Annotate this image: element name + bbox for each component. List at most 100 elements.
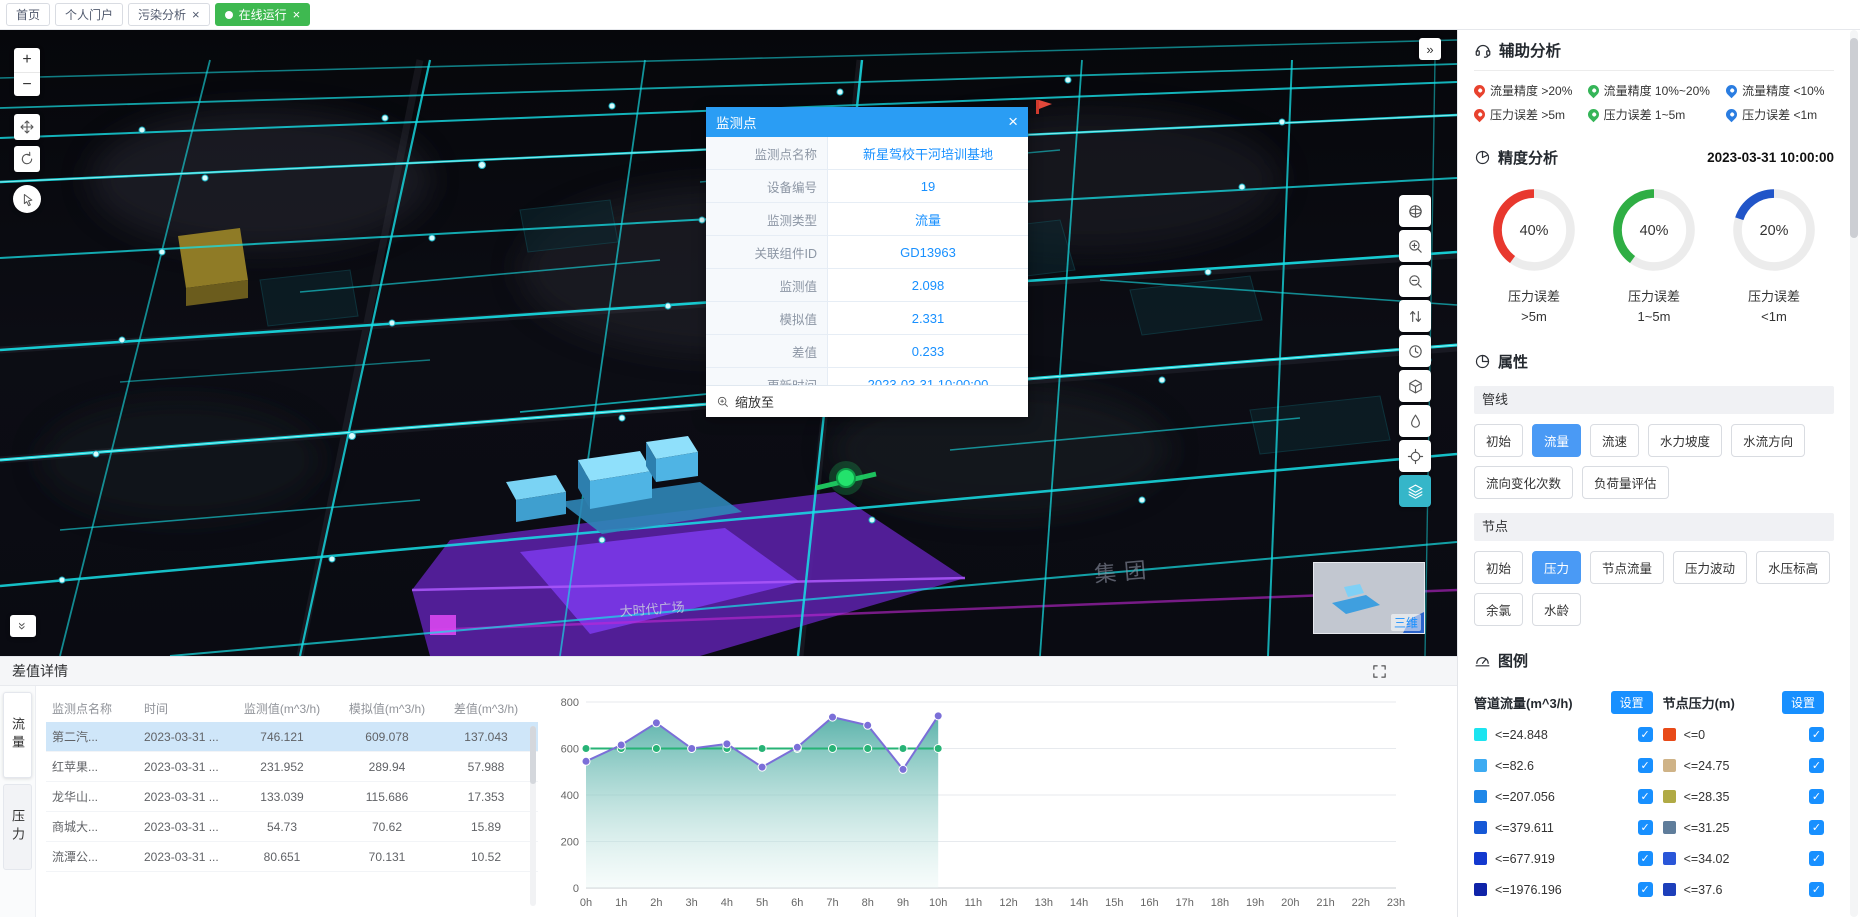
attr-button-pressure[interactable]: 压力 (1532, 551, 1581, 584)
svg-text:40%: 40% (1520, 223, 1549, 239)
attr-button-flow-direction[interactable]: 水流方向 (1731, 424, 1805, 457)
color-swatch (1663, 883, 1676, 896)
panel-header: 差值详情 (0, 656, 1457, 686)
zoom-in-button[interactable]: + (14, 48, 40, 72)
swap-view-button[interactable] (1399, 300, 1431, 332)
zoom-to-button[interactable]: 缩放至 (706, 385, 1028, 417)
zoom-out-button[interactable]: − (14, 72, 40, 96)
checkbox[interactable]: ✓ (1809, 851, 1824, 866)
attr-button-pressure-fluctuation[interactable]: 压力波动 (1673, 551, 1747, 584)
table-row[interactable]: 龙华山...2023-03-31 ...133.039115.68617.353 (46, 782, 538, 812)
history-tool-button[interactable] (1399, 335, 1431, 367)
analysis-timestamp: 2023-03-31 10:00:00 (1707, 150, 1834, 165)
color-swatch (1474, 821, 1487, 834)
locate-tool-button[interactable] (1399, 440, 1431, 472)
checkbox[interactable]: ✓ (1809, 820, 1824, 835)
checkbox[interactable]: ✓ (1638, 882, 1653, 897)
close-icon[interactable]: × (192, 8, 200, 21)
gauge-pressure-error-lt1m: 20% 压力误差 <1m (1714, 182, 1834, 327)
node-pressure-legend: 节点压力(m) 设置 <=0✓ <=24.75✓ <=28.35✓ <=31.2… (1663, 687, 1834, 905)
attr-button-direction-changes[interactable]: 流向变化次数 (1474, 466, 1573, 499)
panel-title: 辅助分析 (1499, 39, 1561, 61)
table-row[interactable]: 红苹果...2023-03-31 ...231.952289.9457.988 (46, 752, 538, 782)
checkbox[interactable]: ✓ (1809, 789, 1824, 804)
map-zoom-out-button[interactable] (1399, 265, 1431, 297)
popup-detail-table: 监测点名称新星驾校干河培训基地 设备编号19 监测类型流量 关联组件IDGD13… (706, 137, 1028, 385)
collapse-sidebar-button[interactable]: » (1419, 38, 1441, 60)
attr-button-velocity[interactable]: 流速 (1590, 424, 1639, 457)
svg-text:23h: 23h (1387, 897, 1405, 909)
attr-button-hydraulic-grade[interactable]: 水压标高 (1756, 551, 1830, 584)
select-tool-button[interactable] (13, 185, 41, 213)
table-row[interactable]: 流潭公...2023-03-31 ...80.65170.13110.52 (46, 842, 538, 872)
color-swatch (1663, 759, 1676, 772)
attr-button-residual-chlorine[interactable]: 余氯 (1474, 593, 1523, 626)
gauge-label: 压力误差 >5m (1474, 287, 1594, 327)
gauge-pressure-error-gt5m: 40% 压力误差 >5m (1474, 182, 1594, 327)
svg-text:200: 200 (561, 837, 579, 849)
monitor-point-name-link[interactable]: 新星驾校干河培训基地 (828, 137, 1028, 169)
checkbox[interactable]: ✓ (1638, 820, 1653, 835)
checkbox[interactable]: ✓ (1638, 727, 1653, 742)
globe-tool-button[interactable] (1399, 195, 1431, 227)
settings-button[interactable]: 设置 (1611, 691, 1653, 714)
color-swatch (1474, 852, 1487, 865)
checkbox[interactable]: ✓ (1809, 727, 1824, 742)
attr-button-initial[interactable]: 初始 (1474, 424, 1523, 457)
attr-button-flow[interactable]: 流量 (1532, 424, 1581, 457)
svg-text:22h: 22h (1352, 897, 1370, 909)
gauge-ring: 20% (1726, 182, 1822, 278)
layers-tool-button[interactable] (1399, 475, 1431, 507)
legend-row: <=1976.196✓ (1474, 874, 1663, 905)
col-header: 监测值(m^3/h) (230, 700, 334, 717)
table-row[interactable]: 第二汽...2023-03-31 ...746.121609.078137.04… (46, 722, 538, 752)
table-row[interactable]: 商城大...2023-03-31 ...54.7370.6215.89 (46, 812, 538, 842)
legend-row: <=34.02✓ (1663, 843, 1834, 874)
attr-button-node-initial[interactable]: 初始 (1474, 551, 1523, 584)
checkbox[interactable]: ✓ (1638, 851, 1653, 866)
tab-label: 在线运行 (239, 6, 287, 23)
map-3d-view[interactable]: 大时代广场 集团 + − » » (0, 30, 1457, 656)
map-zoom-in-button[interactable] (1399, 230, 1431, 262)
checkbox[interactable]: ✓ (1638, 758, 1653, 773)
legend-row: <=207.056✓ (1474, 781, 1663, 812)
tab-label: 污染分析 (138, 6, 186, 23)
attr-button-hydraulic-slope[interactable]: 水力坡度 (1648, 424, 1722, 457)
gauge-label: 压力误差 1~5m (1594, 287, 1714, 327)
field-label: 监测类型 (706, 203, 828, 235)
water-tool-button[interactable] (1399, 405, 1431, 437)
swap-arrows-icon (1407, 308, 1424, 325)
attr-button-water-age[interactable]: 水龄 (1532, 593, 1581, 626)
close-icon[interactable]: × (293, 8, 301, 21)
settings-button[interactable]: 设置 (1782, 691, 1824, 714)
tab-pressure[interactable]: 压力 (3, 784, 32, 870)
checkbox[interactable]: ✓ (1809, 882, 1824, 897)
minimap-3d-label[interactable]: 三维 (1391, 614, 1421, 631)
tab-home[interactable]: 首页 (6, 3, 50, 26)
diff-line-chart: 02004006008000h1h2h3h4h5h6h7h8h9h10h11h1… (546, 690, 1412, 914)
checkbox[interactable]: ✓ (1809, 758, 1824, 773)
table-scrollbar[interactable] (530, 726, 536, 906)
tab-flow[interactable]: 流量 (3, 692, 32, 778)
rotate-tool-button[interactable] (14, 146, 40, 172)
cube-tool-button[interactable] (1399, 370, 1431, 402)
tab-pollution-analysis[interactable]: 污染分析 × (128, 3, 210, 26)
sidebar-scrollbar[interactable] (1850, 30, 1858, 917)
close-icon[interactable]: × (1008, 112, 1018, 132)
svg-text:16h: 16h (1140, 897, 1158, 909)
expand-panel-button[interactable] (1372, 664, 1387, 679)
svg-text:5h: 5h (756, 897, 768, 909)
field-label: 差值 (706, 335, 828, 367)
minimap[interactable]: 三维 (1313, 562, 1425, 634)
attr-button-load-evaluation[interactable]: 负荷量评估 (1582, 466, 1669, 499)
tab-online-run[interactable]: 在线运行 × (215, 3, 311, 26)
pipeline-attribute-buttons: 初始 流量 流速 水力坡度 水流方向 流向变化次数 负荷量评估 (1474, 424, 1834, 499)
accuracy-gauges: 40% 压力误差 >5m 40% 压力误差 1~5m (1474, 182, 1834, 327)
attr-button-node-flow[interactable]: 节点流量 (1590, 551, 1664, 584)
collapse-bottom-panel-button[interactable]: » (10, 615, 36, 637)
pan-tool-button[interactable] (14, 114, 40, 140)
tab-personal-portal[interactable]: 个人门户 (55, 3, 123, 26)
checkbox[interactable]: ✓ (1638, 789, 1653, 804)
svg-text:4h: 4h (721, 897, 733, 909)
color-swatch (1663, 728, 1676, 741)
